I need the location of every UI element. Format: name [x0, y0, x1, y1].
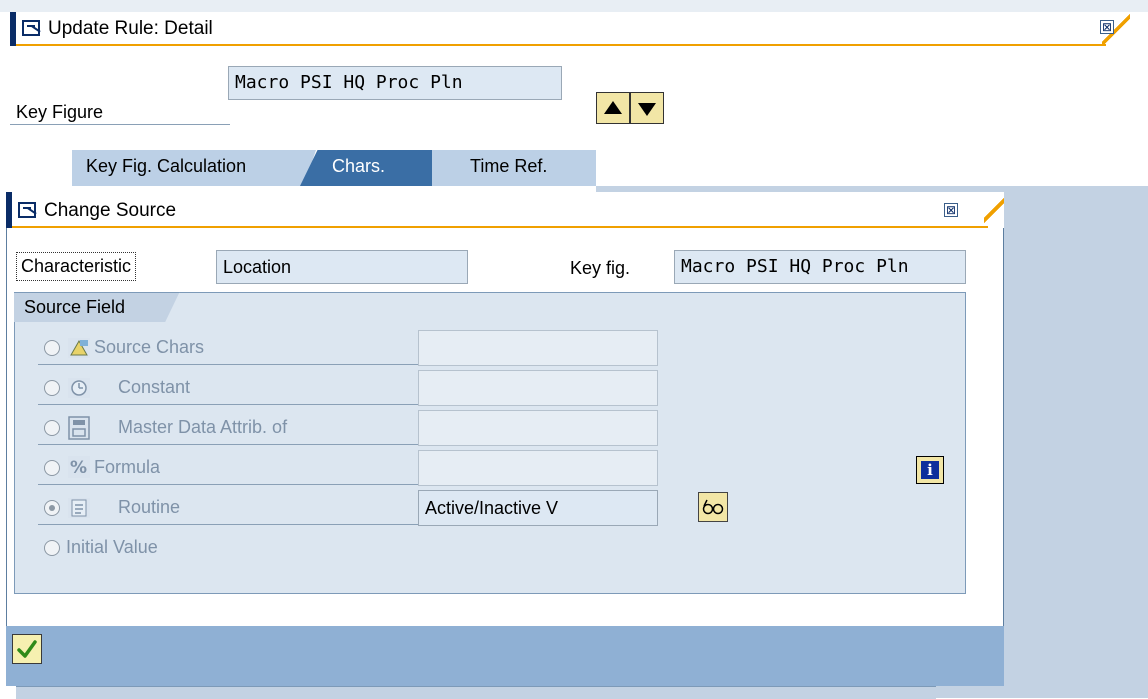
- option-label-source-chars: Source Chars: [94, 337, 205, 357]
- radio-master-data-attrib[interactable]: [44, 420, 60, 436]
- radio-initial-value[interactable]: [44, 540, 60, 556]
- radio-source-chars[interactable]: [44, 340, 60, 356]
- tab-chars[interactable]: Chars.: [300, 150, 446, 186]
- formula-icon: %: [68, 456, 90, 478]
- dialog-title: Change Source: [44, 200, 177, 221]
- info-button[interactable]: i: [916, 456, 944, 484]
- option-divider: [38, 364, 418, 365]
- window-icon: [22, 20, 40, 36]
- routine-icon: [68, 498, 90, 518]
- constant-icon: [68, 378, 90, 398]
- option-label-constant: Constant: [118, 377, 191, 397]
- radio-formula[interactable]: [44, 460, 60, 476]
- option-label-formula: Formula: [94, 457, 161, 477]
- arrow-up-icon: [604, 101, 622, 114]
- routine-field[interactable]: Active/Inactive V: [418, 490, 658, 526]
- checkmark-icon: [17, 640, 37, 658]
- source-chars-icon: [68, 338, 90, 358]
- background-table-edge: [16, 686, 936, 699]
- display-routine-button[interactable]: [698, 492, 728, 522]
- option-divider: [38, 404, 418, 405]
- top-strip: [0, 0, 1148, 12]
- key-figure-underline: [10, 124, 230, 125]
- tab-time-ref[interactable]: Time Ref.: [432, 150, 596, 186]
- tab-key-fig-calculation[interactable]: Key Fig. Calculation: [72, 150, 316, 186]
- window-title: Update Rule: Detail: [48, 18, 213, 39]
- key-fig-label: Key fig.: [570, 258, 631, 278]
- key-fig-field[interactable]: Macro PSI HQ Proc Pln: [674, 250, 966, 284]
- right-panel: [1004, 186, 1148, 698]
- dialog-title-corner: [984, 192, 1004, 228]
- dialog-footer: [6, 626, 1004, 686]
- constant-field[interactable]: [418, 370, 658, 406]
- option-label-routine: Routine: [118, 497, 181, 517]
- glasses-icon: [702, 499, 724, 515]
- dialog-title-underline: [12, 226, 988, 228]
- key-figure-label: Key Figure: [16, 102, 104, 122]
- option-divider: [38, 444, 418, 445]
- dialog-titlebar: Change Source: [6, 192, 1004, 228]
- option-divider: [38, 524, 418, 525]
- next-button[interactable]: [630, 92, 664, 124]
- option-label-master-data-attrib: Master Data Attrib. of: [118, 417, 288, 437]
- master-data-icon: [68, 416, 90, 440]
- characteristic-label[interactable]: Characteristic: [16, 252, 137, 281]
- window-titlebar: Update Rule: Detail: [10, 12, 1130, 46]
- radio-constant[interactable]: [44, 380, 60, 396]
- radio-routine[interactable]: [44, 500, 60, 516]
- master-data-field[interactable]: [418, 410, 658, 446]
- title-underline: [16, 44, 1106, 46]
- key-figure-field[interactable]: Macro PSI HQ Proc Pln: [228, 66, 562, 100]
- source-chars-field[interactable]: [418, 330, 658, 366]
- dialog-close-icon[interactable]: ⊠: [944, 203, 958, 217]
- svg-text:%: %: [70, 458, 87, 478]
- option-divider: [38, 484, 418, 485]
- option-label-initial-value: Initial Value: [66, 537, 158, 557]
- characteristic-field[interactable]: Location: [216, 250, 468, 284]
- previous-button[interactable]: [596, 92, 630, 124]
- dialog-window-icon: [18, 202, 36, 218]
- confirm-button[interactable]: [12, 634, 42, 664]
- arrow-down-icon: [638, 103, 656, 116]
- close-icon[interactable]: ⊠: [1100, 20, 1114, 34]
- info-icon: i: [921, 461, 939, 479]
- source-field-title: Source Field: [14, 292, 180, 322]
- formula-field[interactable]: [418, 450, 658, 486]
